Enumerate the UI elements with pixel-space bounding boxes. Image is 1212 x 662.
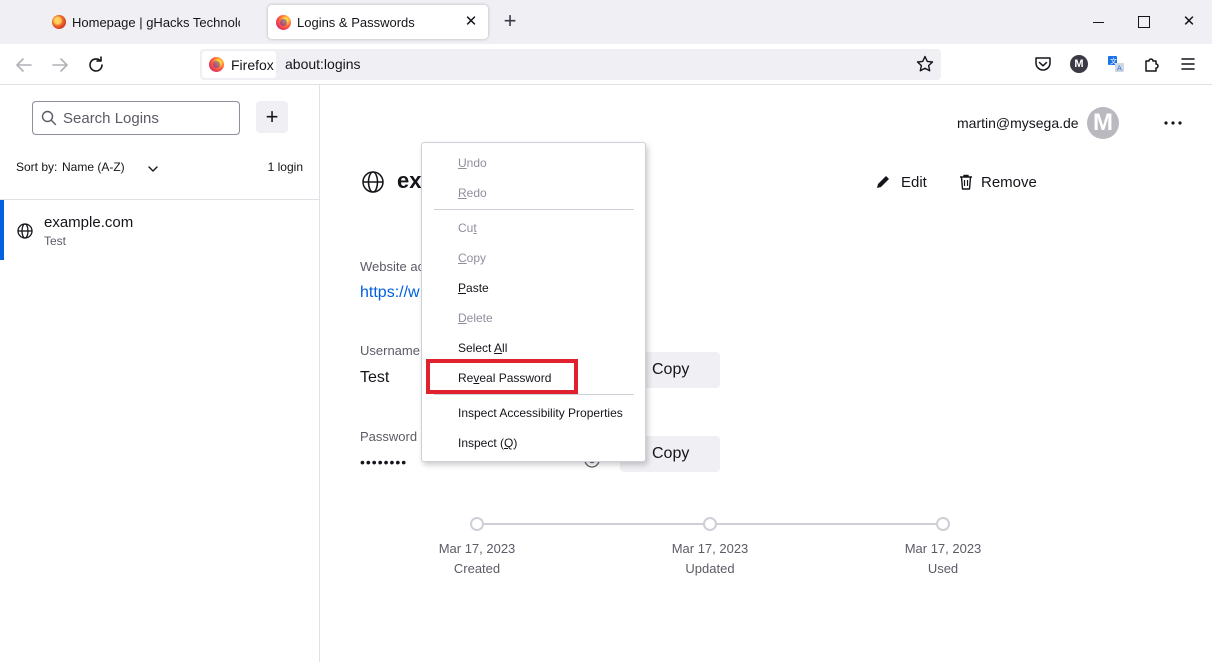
menu-item-delete[interactable]: Delete: [458, 311, 493, 325]
back-arrow-icon[interactable]: [12, 53, 36, 77]
login-count: 1 login: [268, 160, 303, 174]
account-email[interactable]: martin@mysega.de: [957, 115, 1079, 131]
selected-indicator: [0, 200, 4, 260]
website-link[interactable]: https://w: [360, 284, 420, 302]
new-tab-button[interactable]: +: [498, 10, 522, 34]
forward-arrow-icon[interactable]: [48, 53, 72, 77]
used-caption: Used: [883, 561, 1003, 576]
globe-icon: [361, 170, 385, 194]
logins-sidebar: + Sort by: Name (A-Z) 1 login example.co…: [0, 85, 320, 662]
username-value[interactable]: Test: [360, 369, 389, 387]
menu-item-copy[interactable]: Copy: [458, 251, 486, 265]
remove-button[interactable]: Remove: [959, 170, 1037, 194]
menu-separator: [434, 209, 634, 210]
svg-text:文: 文: [1110, 57, 1117, 66]
remove-label: Remove: [981, 174, 1037, 191]
used-date: Mar 17, 2023: [883, 541, 1003, 556]
login-item-username: Test: [44, 234, 66, 248]
created-caption: Created: [417, 561, 537, 576]
close-window-button[interactable]: ✕: [1176, 10, 1202, 34]
username-label: Username: [360, 343, 420, 358]
created-date: Mar 17, 2023: [417, 541, 537, 556]
context-menu: Undo Redo Cut Copy Paste Delete Select A…: [421, 142, 646, 462]
menu-item-inspect-accessibility[interactable]: Inspect Accessibility Properties: [458, 406, 623, 420]
menu-item-undo[interactable]: Undo: [458, 156, 487, 170]
tab-logins[interactable]: Logins & Passwords ✕: [268, 5, 488, 39]
hamburger-menu-icon[interactable]: [1177, 53, 1199, 75]
account-m-icon[interactable]: M: [1068, 53, 1090, 75]
password-label: Password: [360, 429, 417, 444]
tab-close-icon[interactable]: ✕: [462, 13, 480, 31]
globe-icon: [16, 222, 34, 240]
sort-select[interactable]: Name (A-Z): [62, 160, 125, 174]
search-logins-box[interactable]: [32, 101, 240, 135]
search-logins-input[interactable]: [63, 108, 233, 128]
firefox-logo-icon: [209, 57, 224, 72]
login-list-item[interactable]: example.com Test: [0, 200, 319, 260]
more-options-icon[interactable]: [1161, 111, 1185, 135]
edit-button[interactable]: Edit: [875, 170, 927, 194]
firefox-favicon-icon: [276, 15, 291, 30]
maximize-button[interactable]: [1130, 10, 1156, 34]
login-item-title: example.com: [44, 214, 133, 231]
edit-label: Edit: [901, 174, 927, 191]
chevron-down-icon[interactable]: [147, 163, 159, 175]
menu-item-cut[interactable]: Cut: [458, 221, 477, 235]
updated-caption: Updated: [650, 561, 770, 576]
reveal-password-highlight: [426, 359, 578, 394]
ghacks-favicon-icon: [52, 15, 66, 29]
timeline-dot-updated: [703, 517, 717, 531]
login-title: ex: [397, 168, 421, 194]
add-login-button[interactable]: +: [256, 101, 288, 133]
tab-ghacks[interactable]: Homepage | gHacks Technology News: [40, 5, 264, 39]
tab-title: Logins & Passwords: [297, 15, 415, 30]
account-avatar[interactable]: M: [1087, 107, 1119, 139]
timeline-dot-used: [936, 517, 950, 531]
translate-extension-icon[interactable]: 文 A: [1105, 53, 1127, 75]
identity-label: Firefox: [231, 57, 274, 73]
password-value[interactable]: ••••••••: [360, 454, 407, 470]
menu-item-select-all[interactable]: Select All: [458, 341, 507, 355]
url-text[interactable]: about:logins: [285, 56, 361, 72]
menu-separator: [434, 394, 634, 395]
reload-icon[interactable]: [84, 53, 108, 77]
sort-row: Sort by: Name (A-Z) 1 login: [16, 160, 306, 180]
bookmark-star-icon[interactable]: [915, 54, 935, 74]
tab-strip: Homepage | gHacks Technology News Logins…: [0, 0, 1212, 44]
browser-window: Homepage | gHacks Technology News Logins…: [0, 0, 1212, 662]
updated-date: Mar 17, 2023: [650, 541, 770, 556]
timeline-dot-created: [470, 517, 484, 531]
navigation-toolbar: Firefox about:logins M 文 A: [0, 44, 1212, 85]
url-bar[interactable]: Firefox about:logins: [200, 49, 941, 80]
trash-icon: [959, 174, 973, 190]
svg-text:A: A: [1117, 65, 1122, 73]
menu-item-paste[interactable]: Paste: [458, 281, 489, 295]
identity-box[interactable]: Firefox: [202, 51, 276, 78]
search-icon: [41, 110, 57, 126]
menu-item-redo[interactable]: Redo: [458, 186, 487, 200]
extensions-puzzle-icon[interactable]: [1141, 53, 1163, 75]
pocket-icon[interactable]: [1032, 53, 1054, 75]
website-label: Website ac: [360, 259, 424, 274]
minimize-button[interactable]: [1086, 10, 1112, 34]
menu-item-inspect[interactable]: Inspect (Q): [458, 436, 517, 450]
pencil-icon: [875, 174, 891, 190]
tab-title: Homepage | gHacks Technology News: [72, 15, 240, 30]
sort-label: Sort by:: [16, 160, 57, 174]
